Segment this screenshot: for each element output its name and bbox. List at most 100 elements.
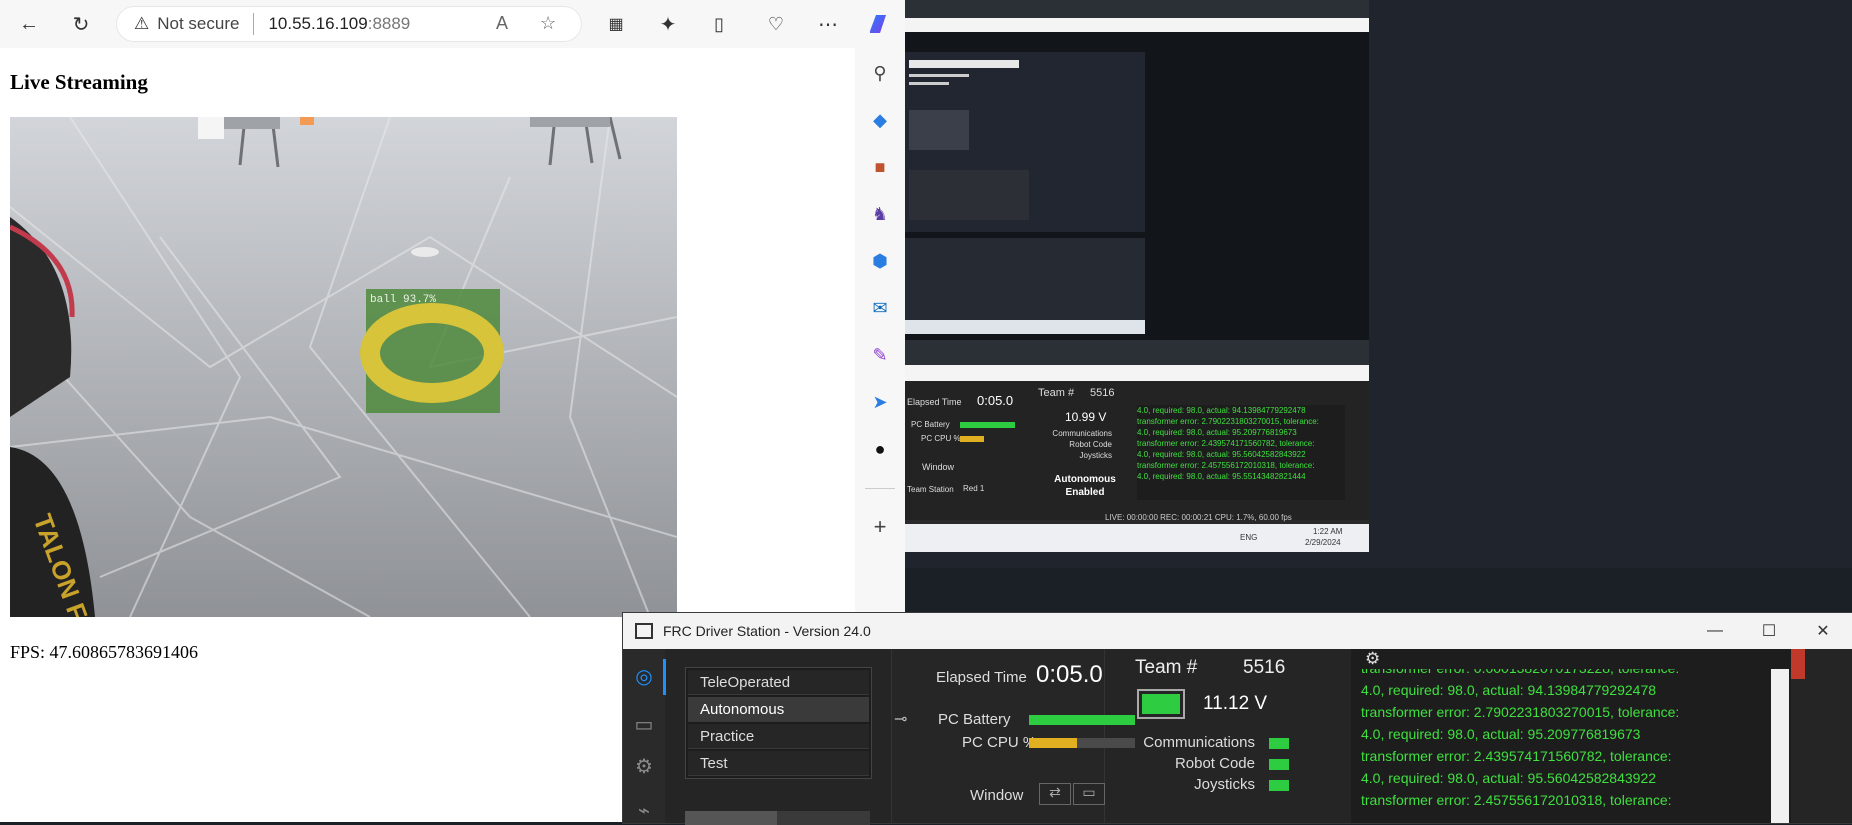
remote-status-robot-code: Robot Code (1069, 440, 1112, 449)
address-bar[interactable]: ⚠ Not secure 10.55.16.109:8889 A ☆ (116, 6, 582, 42)
remote-log: 4.0, required: 98.0, actual: 94.13984779… (1137, 405, 1345, 500)
ds-titlebar[interactable]: FRC Driver Station - Version 24.0 — ☐ ✕ (623, 613, 1852, 649)
tools-icon[interactable]: ■ (867, 154, 893, 180)
url-port: :8889 (367, 14, 411, 33)
remote-window-label: Window (922, 462, 955, 472)
remote-team-label: Team # (1038, 387, 1075, 399)
split-screen-icon[interactable]: ▯ (703, 8, 735, 40)
microsoft-365-icon[interactable]: ⬢ (867, 248, 893, 274)
log-header: ⚙ (1351, 649, 1791, 669)
url-text: 10.55.16.109:8889 (268, 14, 410, 34)
github-icon[interactable]: ● (867, 436, 893, 462)
ds-edge-accent (1791, 649, 1805, 679)
read-aloud-icon[interactable]: A (496, 13, 508, 34)
ds-app-icon (635, 623, 653, 639)
app-available-icon[interactable]: ▦ (600, 8, 632, 40)
remote-log-line: 4.0, required: 98.0, actual: 95.20977681… (1137, 428, 1297, 437)
url-host: 10.55.16.109 (268, 14, 368, 33)
window-float-button[interactable]: ▭ (1073, 783, 1105, 805)
log-scrollbar[interactable] (1771, 669, 1789, 823)
more-menu-icon[interactable]: ⋯ (812, 8, 844, 40)
browser-essentials-icon[interactable]: ♡ (760, 8, 792, 40)
enable-slider-thumb[interactable] (685, 811, 777, 825)
search-icon[interactable]: ⚲ (867, 60, 893, 86)
live-stream-image: TALON FX ball 93.7% (10, 117, 677, 617)
mode-selector: TeleOperated Autonomous Practice Test (685, 667, 872, 779)
remote-enabled-status: Enabled (1065, 487, 1105, 498)
log-line: 4.0, required: 98.0, actual: 95.20977681… (1361, 726, 1641, 742)
mode-enable-slider[interactable] (685, 811, 870, 825)
plug-icon: ⊸ (894, 711, 908, 728)
maximize-button[interactable]: ☐ (1741, 613, 1797, 649)
add-icon[interactable]: + (867, 514, 893, 540)
remote-pc-battery-label: PC Battery (911, 420, 950, 429)
remote-taskbar-date: 2/29/2024 (1305, 538, 1341, 547)
outlook-icon[interactable]: ✉ (867, 295, 893, 321)
status-robot-code: Robot Code (1174, 755, 1255, 772)
games-icon[interactable]: ♞ (867, 201, 893, 227)
mode-autonomous[interactable]: Autonomous (688, 697, 869, 722)
favorite-star-icon[interactable]: ☆ (540, 13, 556, 34)
ds-body: ◎ ▭ ⚙ ⌁ TeleOperated Autonomous Practice… (623, 649, 1852, 825)
log-settings-gear-icon[interactable]: ⚙ (1365, 649, 1380, 669)
usb-tab-icon[interactable]: ⌁ (631, 797, 657, 823)
remote-voltage: 10.99 V (1065, 410, 1107, 424)
ds-tab-rail: ◎ ▭ ⚙ ⌁ (623, 649, 665, 823)
log-line: transformer error: 0.0001382070173228, t… (1351, 669, 1791, 679)
log-line: transformer error: 2.439574171560782, to… (1361, 748, 1672, 764)
pc-battery-label: PC Battery (938, 711, 1011, 728)
pc-cpu-track (1029, 738, 1135, 748)
copilot-icon[interactable] (862, 8, 894, 40)
driver-tab-steering-icon[interactable]: ◎ (631, 663, 657, 689)
communications-indicator (1269, 738, 1289, 749)
drop-icon[interactable]: ➤ (867, 389, 893, 415)
warning-icon: ⚠ (134, 14, 150, 33)
remote-taskbar: ENG 1:22 AM 2/29/2024 (905, 524, 1369, 552)
shopping-tag-icon[interactable]: ◆ (867, 107, 893, 133)
remote-taskbar-lang: ENG (1240, 533, 1258, 542)
extensions-icon[interactable]: ✦ (652, 8, 684, 40)
refresh-button[interactable]: ↻ (65, 8, 97, 40)
mode-test[interactable]: Test (688, 751, 869, 776)
close-button[interactable]: ✕ (1795, 613, 1851, 649)
team-number: 5516 (1243, 657, 1286, 678)
remote-team-number: 5516 (1090, 387, 1115, 399)
remote-elapsed-value: 0:05.0 (977, 393, 1014, 408)
remote-ds-titlebar (905, 365, 1369, 381)
status-joysticks: Joysticks (1194, 776, 1255, 793)
remote-window-titlebar (905, 18, 1369, 32)
log-line: transformer error: 2.7902231803270015, t… (1361, 704, 1680, 720)
remote-mode-status: Autonomous (1054, 474, 1116, 485)
remote-log-line: transformer error: 2.457556172010318, to… (1137, 461, 1315, 470)
remote-status-list: Communications Robot Code Joysticks (1037, 428, 1112, 461)
minimize-button[interactable]: — (1687, 613, 1743, 649)
driver-station-window: FRC Driver Station - Version 24.0 — ☐ ✕ … (622, 612, 1852, 825)
log-line: transformer error: 2.457556172010318, to… (1361, 792, 1672, 808)
remote-log-line: transformer error: 2.7902231803270015, t… (1137, 417, 1319, 426)
active-tab-indicator (663, 659, 666, 695)
diagnostics-tab-icon[interactable]: ▭ (631, 711, 657, 737)
ds-window-title: FRC Driver Station - Version 24.0 (663, 623, 871, 639)
status-communications: Communications (1143, 734, 1255, 751)
detection-label: ball 93.7% (370, 294, 436, 306)
remote-log-line: 4.0, required: 98.0, actual: 94.13984779… (1137, 406, 1306, 415)
remote-recording-status: LIVE: 00:00:00 REC: 00:00:21 CPU: 1.7%, … (1105, 513, 1292, 522)
address-divider (253, 13, 255, 35)
remote-robot-state: Autonomous Enabled (1045, 473, 1125, 499)
mode-practice[interactable]: Practice (688, 724, 869, 749)
robot-battery-icon (1137, 689, 1185, 719)
joysticks-indicator (1269, 780, 1289, 791)
back-button[interactable]: ← (13, 8, 45, 40)
remote-pc-cpu-bar (960, 436, 984, 442)
designer-icon[interactable]: ✎ (867, 342, 893, 368)
robot-voltage: 11.12 V (1203, 693, 1268, 714)
pc-cpu-fill (1029, 738, 1077, 748)
window-dock-button[interactable]: ⇄ (1039, 783, 1071, 805)
sidebar-divider (865, 488, 895, 489)
settings-tab-gear-icon[interactable]: ⚙ (631, 753, 657, 779)
browser-toolbar: ← ↻ ⚠ Not secure 10.55.16.109:8889 A ☆ ▦… (0, 0, 905, 48)
log-line: 4.0, required: 98.0, actual: 95.56042582… (1361, 770, 1657, 786)
remote-log-line: transformer error: 2.439574171560782, to… (1137, 439, 1315, 448)
pc-battery-track (1029, 715, 1135, 725)
mode-teleoperated[interactable]: TeleOperated (688, 670, 869, 695)
